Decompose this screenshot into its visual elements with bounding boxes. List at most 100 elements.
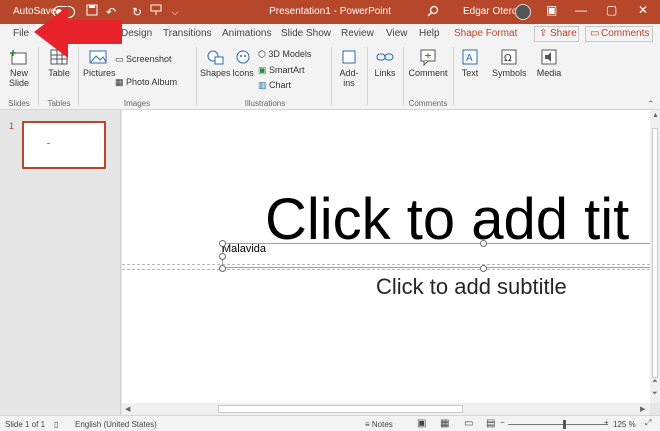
vertical-scroll-thumb[interactable] [652,128,658,378]
addins-button[interactable]: Add- ins [336,48,362,88]
thumbnail-title-mark [47,143,50,144]
group-comments-label: Comments [408,99,448,108]
share-button[interactable]: ⇪ Share [534,26,579,42]
resize-handle[interactable] [219,253,226,260]
new-comment-icon [420,49,436,66]
3d-models-button[interactable]: ⬡ 3D Models [258,49,311,60]
resize-handle[interactable] [480,265,487,272]
language-status[interactable]: English (United States) [75,420,157,429]
cube-icon: ⬡ [258,49,266,59]
minimize-icon[interactable]: — [575,3,587,17]
vertical-scrollbar[interactable]: ▲ ⏶ ⏷ [650,110,660,403]
zoom-out-icon[interactable]: − [500,418,505,427]
links-button[interactable]: Links [372,48,398,78]
smartart-label: SmartArt [269,65,305,75]
tab-review[interactable]: Review [341,28,374,39]
ribbon-separator [453,47,454,105]
icons-button[interactable]: Icons [231,48,255,78]
group-images-label: Images [123,99,151,108]
collapse-ribbon-icon[interactable]: ⌃ [647,99,655,110]
symbols-button[interactable]: Ω Symbols [492,48,527,78]
screenshot-button[interactable]: ▭ Screenshot [115,54,172,65]
ribbon-separator [367,47,368,105]
tab-design[interactable]: Design [121,28,152,39]
pictures-label: Pictures [83,68,116,78]
new-slide-button[interactable]: New Slide [6,48,32,88]
new-slide-icon [10,50,27,65]
group-slides-label: Slides [8,99,30,108]
photo-album-icon: ▦ [115,77,124,87]
avatar[interactable] [515,4,531,20]
chart-icon: ▥ [258,80,267,90]
comment-button[interactable]: Comment [408,48,448,78]
reading-view-icon[interactable]: ▭ [464,418,473,429]
text-label: Text [461,68,479,78]
scroll-left-icon[interactable]: ◀ [125,405,130,413]
slide-count: Slide 1 of 1 [5,420,46,429]
tab-file[interactable]: File [13,28,29,39]
horizontal-scrollbar[interactable]: ◀ ▶ [122,403,650,415]
addins-label: Add- [339,68,359,78]
speaker-icon [541,49,557,65]
links-label: Links [374,68,396,78]
tab-slide-show[interactable]: Slide Show [281,28,331,39]
smartart-icon: ▣ [258,65,267,75]
comments-button[interactable]: ▭ Comments [585,26,653,42]
slide-thumbnail[interactable] [22,121,106,169]
resize-handle[interactable] [219,240,226,247]
chart-button[interactable]: ▥ Chart [258,80,291,91]
subtitle-placeholder[interactable]: Click to add subtitle [376,274,567,300]
normal-view-icon[interactable]: ▣ [417,418,426,429]
selected-textbox[interactable]: Malavida [222,243,266,255]
smartart-button[interactable]: ▣ SmartArt [258,65,305,76]
zoom-slider-knob[interactable] [563,420,566,429]
comment-bubble-icon: ▭ [590,28,600,39]
search-icon[interactable] [427,5,439,20]
shapes-button[interactable]: Shapes [200,48,231,78]
svg-text:A: A [466,53,473,64]
fit-to-window-icon[interactable]: ⤢ [645,418,651,428]
slideshow-view-icon[interactable]: ▤ [486,418,495,429]
ribbon-separator [196,47,197,105]
zoom-slider[interactable] [508,424,608,425]
group-tables-label: Tables [47,99,71,108]
text-icon: A [462,49,478,65]
user-name[interactable]: Edgar Otero [463,6,517,17]
zoom-level[interactable]: 125 % [613,420,636,429]
status-bar: Slide 1 of 1 ▯ English (United States) ≡… [0,415,660,431]
horizontal-scroll-thumb[interactable] [218,405,463,413]
tab-view[interactable]: View [386,28,408,39]
selected-textbox-frame[interactable] [222,243,660,268]
close-icon[interactable]: ✕ [638,3,648,17]
scroll-right-icon[interactable]: ▶ [640,405,645,413]
notes-label: Notes [371,420,393,429]
scroll-up-icon[interactable]: ▲ [652,112,659,119]
resize-handle[interactable] [219,265,226,272]
resize-handle[interactable] [480,240,487,247]
table-label: Table [48,68,70,78]
photo-album-button[interactable]: ▦ Photo Album [115,77,177,88]
zoom-in-icon[interactable]: + [604,418,609,427]
tab-shape-format[interactable]: Shape Format [454,28,517,39]
slide-sorter-icon[interactable]: ▦ [440,418,449,429]
next-slide-icon[interactable]: ⏷ [652,390,658,398]
comments-label: Comments [601,28,650,39]
link-icon [376,53,394,61]
notes-button[interactable]: ≡ Notes [365,420,393,429]
icons-icon [236,50,250,64]
restore-icon[interactable]: ▢ [606,3,617,17]
share-icon: ⇪ [539,28,548,39]
share-label: Share [550,28,577,39]
addins-icon [342,50,356,64]
media-button[interactable]: Media [535,48,563,78]
text-button[interactable]: A Text [458,48,482,78]
tab-help[interactable]: Help [419,28,440,39]
ribbon-display-icon[interactable]: ▣ [546,3,557,17]
slide-canvas[interactable]: Click to add tit Malavida Click to add s… [122,110,660,403]
prev-slide-icon[interactable]: ⏶ [652,378,658,386]
symbols-label: Symbols [492,68,527,78]
tab-animations[interactable]: Animations [222,28,271,39]
red-arrow-annotation [34,6,122,58]
proofing-icon[interactable]: ▯ [54,420,58,429]
tab-transitions[interactable]: Transitions [163,28,212,39]
